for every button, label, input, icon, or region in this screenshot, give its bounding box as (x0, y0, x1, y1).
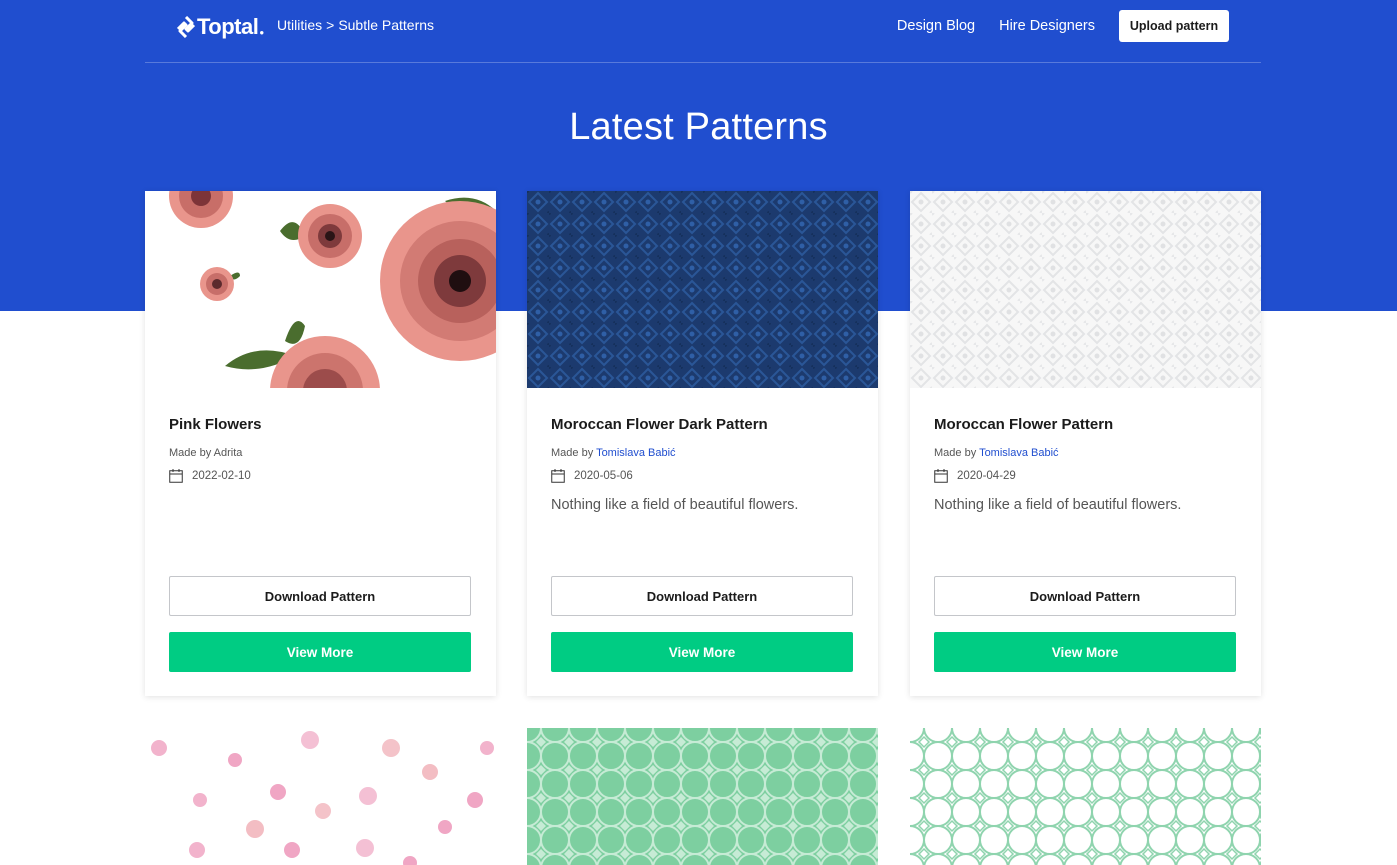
pattern-card-pink-flowers: Pink Flowers Made by Adrita 2022-02-10 D… (145, 191, 496, 696)
view-more-button[interactable]: View More (551, 632, 853, 672)
pattern-preview-moroccan-dark[interactable] (527, 191, 878, 388)
pattern-preview-mint-geometric (910, 728, 1261, 865)
pattern-description: Nothing like a field of beautiful flower… (934, 497, 1182, 513)
download-pattern-button[interactable]: Download Pattern (934, 576, 1236, 616)
pattern-card-moroccan-flower: Moroccan Flower Pattern Made by Tomislav… (910, 191, 1261, 696)
calendar-icon (934, 469, 948, 483)
download-pattern-button[interactable]: Download Pattern (169, 576, 471, 616)
pattern-preview-green-geometric (527, 728, 878, 865)
date-row: 2022-02-10 (169, 469, 472, 483)
made-by-line: Made by Tomislava Babić (934, 447, 1237, 459)
date-row: 2020-04-29 (934, 469, 1237, 483)
view-more-button[interactable]: View More (934, 632, 1236, 672)
card-body: Moroccan Flower Pattern Made by Tomislav… (910, 388, 1261, 696)
upload-pattern-button[interactable]: Upload pattern (1119, 10, 1229, 42)
pattern-date: 2022-02-10 (192, 470, 251, 482)
card-title[interactable]: Moroccan Flower Pattern (934, 416, 1237, 433)
pattern-card-mint-geometric[interactable] (910, 728, 1261, 865)
made-by-prefix: Made by (551, 447, 594, 459)
made-by-prefix: Made by (934, 447, 977, 459)
toptal-logo[interactable]: Toptal ● (177, 14, 264, 40)
hire-designers-link[interactable]: Hire Designers (999, 18, 1095, 34)
breadcrumb: Utilities > Subtle Patterns (277, 17, 434, 33)
author-name: Adrita (213, 447, 243, 459)
pattern-preview-pink-dots (145, 728, 496, 865)
toptal-logo-icon (177, 16, 195, 38)
made-by-line: Made by Tomislava Babić (551, 447, 854, 459)
card-title[interactable]: Moroccan Flower Dark Pattern (551, 416, 854, 433)
pattern-card-green-geometric[interactable] (527, 728, 878, 865)
card-body: Moroccan Flower Dark Pattern Made by Tom… (527, 388, 878, 696)
pattern-card-dots[interactable] (145, 728, 496, 865)
nav-links: Design Blog Hire Designers Upload patter… (897, 10, 1229, 42)
pattern-card-moroccan-flower-dark: Moroccan Flower Dark Pattern Made by Tom… (527, 191, 878, 696)
pattern-preview-moroccan-light[interactable] (910, 191, 1261, 388)
page-title: Latest Patterns (569, 106, 828, 148)
download-pattern-button[interactable]: Download Pattern (551, 576, 853, 616)
author-link[interactable]: Tomislava Babić (596, 447, 675, 459)
calendar-icon (551, 469, 565, 483)
design-blog-link[interactable]: Design Blog (897, 18, 975, 34)
view-more-button[interactable]: View More (169, 632, 471, 672)
breadcrumb-utilities[interactable]: Utilities (277, 17, 322, 33)
registered-mark: ● (259, 27, 265, 37)
made-by-line: Made by Adrita (169, 447, 472, 459)
breadcrumb-separator: > (326, 17, 335, 33)
top-navigation: Toptal ● Utilities > Subtle Patterns Des… (145, 0, 1261, 63)
pattern-date: 2020-05-06 (574, 470, 633, 482)
author-link[interactable]: Tomislava Babić (979, 447, 1058, 459)
made-by-prefix: Made by (169, 447, 212, 459)
logo-text: Toptal (197, 14, 259, 39)
breadcrumb-subtle-patterns[interactable]: Subtle Patterns (338, 17, 434, 33)
calendar-icon (169, 469, 183, 483)
date-row: 2020-05-06 (551, 469, 854, 483)
pattern-preview-pink-flowers[interactable] (145, 191, 496, 388)
card-title[interactable]: Pink Flowers (169, 416, 472, 433)
card-body: Pink Flowers Made by Adrita 2022-02-10 D… (145, 388, 496, 696)
pattern-description: Nothing like a field of beautiful flower… (551, 497, 799, 513)
pattern-date: 2020-04-29 (957, 470, 1016, 482)
